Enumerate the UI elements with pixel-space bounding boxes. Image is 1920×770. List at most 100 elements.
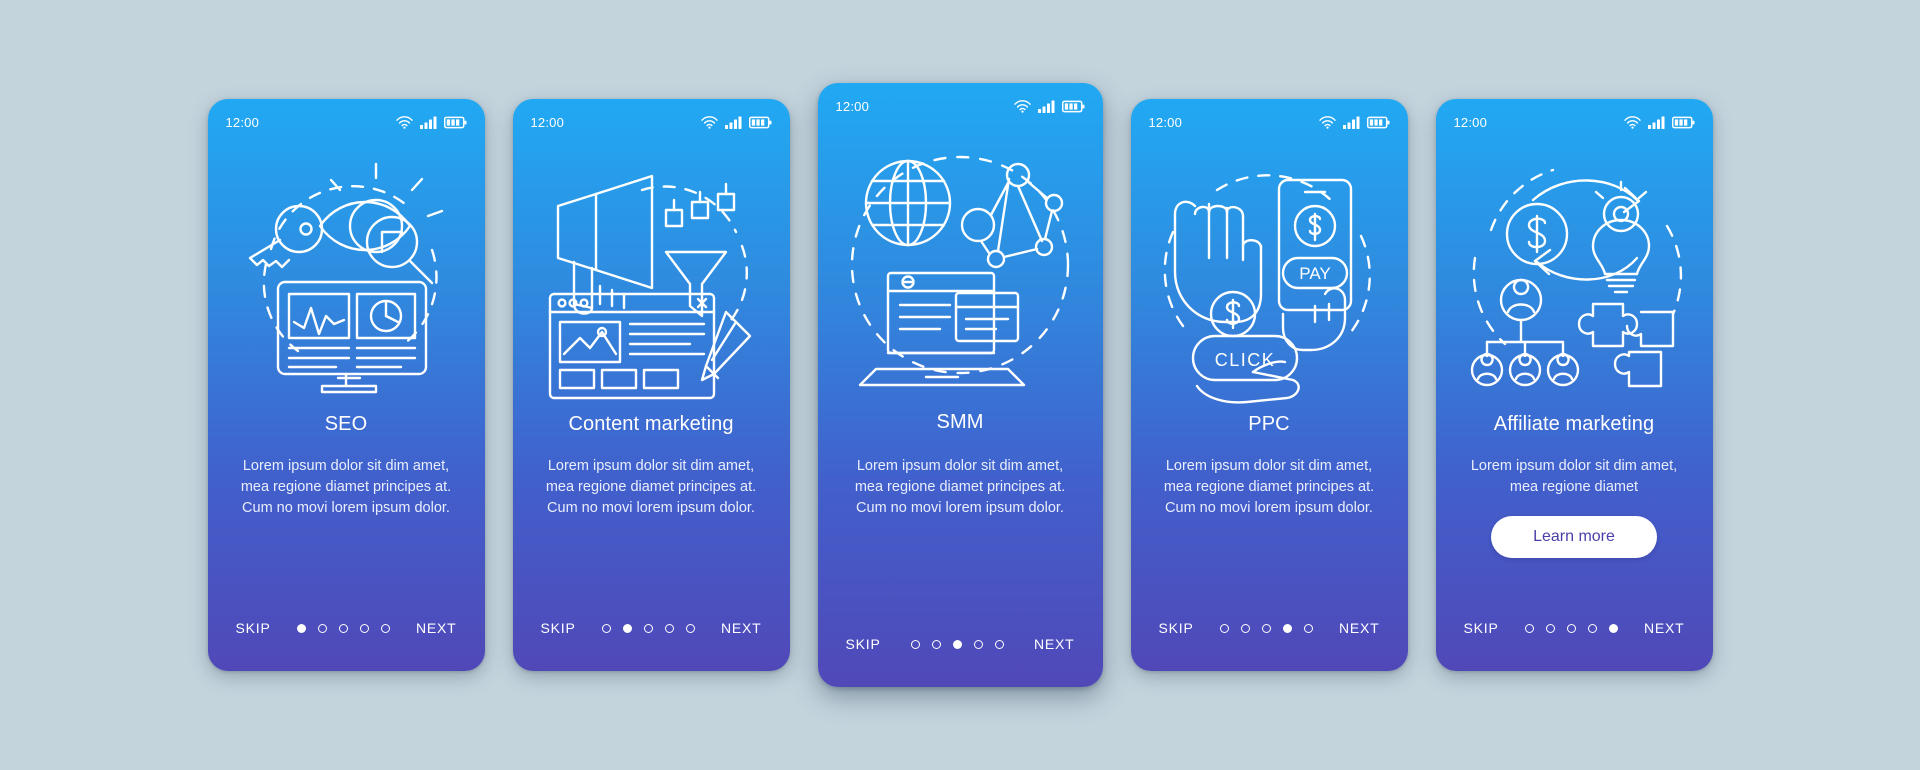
wifi-icon bbox=[1318, 115, 1336, 129]
status-bar-icons bbox=[395, 115, 467, 129]
wifi-icon bbox=[395, 115, 413, 129]
screen-body: Affiliate marketing Lorem ipsum dolor si… bbox=[1436, 413, 1713, 585]
pagination-dot[interactable] bbox=[1545, 623, 1555, 633]
screen-description: Lorem ipsum dolor sit dim amet, mea regi… bbox=[1163, 458, 1375, 516]
battery-icon bbox=[1671, 116, 1694, 128]
screen-title: Affiliate marketing bbox=[1493, 413, 1655, 435]
screen-footer-nav: SKIP NEXT bbox=[818, 601, 1103, 687]
screen-description: Lorem ipsum dolor sit dim amet, mea regi… bbox=[545, 458, 757, 516]
pagination-dot[interactable] bbox=[317, 623, 327, 633]
pagination-dot[interactable] bbox=[910, 639, 920, 649]
status-bar-clock: 12:00 bbox=[225, 114, 260, 130]
next-button[interactable]: NEXT bbox=[416, 620, 457, 636]
status-bar: 12:00 bbox=[513, 99, 790, 145]
pagination-dot[interactable] bbox=[601, 623, 611, 633]
onboarding-screen-affiliate-marketing: 12:00 Affiliate marketing Lorem ipsum do… bbox=[1435, 99, 1713, 671]
ppc-illustration: PAY CLICK bbox=[1131, 145, 1408, 413]
battery-icon bbox=[1366, 116, 1389, 128]
status-bar-clock: 12:00 bbox=[1148, 114, 1183, 130]
status-bar-clock: 12:00 bbox=[1453, 114, 1488, 130]
battery-icon bbox=[1061, 100, 1084, 112]
pagination-dots bbox=[296, 623, 390, 633]
skip-button[interactable]: SKIP bbox=[541, 620, 576, 636]
pagination-dot[interactable] bbox=[1524, 623, 1534, 633]
screen-body: PPC Lorem ipsum dolor sit dim amet, mea … bbox=[1131, 413, 1408, 585]
status-bar: 12:00 bbox=[208, 99, 485, 145]
pagination-dot[interactable] bbox=[994, 639, 1004, 649]
screen-title: SMM bbox=[936, 411, 984, 433]
pagination-dot[interactable] bbox=[664, 623, 674, 633]
signal-icon bbox=[1037, 100, 1054, 113]
screen-title: Content marketing bbox=[568, 413, 734, 435]
next-button[interactable]: NEXT bbox=[721, 620, 762, 636]
signal-icon bbox=[724, 116, 741, 129]
pagination-dot[interactable] bbox=[296, 623, 306, 633]
pagination-dot[interactable] bbox=[1608, 623, 1618, 633]
screen-description: Lorem ipsum dolor sit dim amet, mea regi… bbox=[240, 458, 452, 516]
svg-text:CLICK: CLICK bbox=[1215, 350, 1276, 370]
pagination-dot[interactable] bbox=[1240, 623, 1250, 633]
pagination-dot[interactable] bbox=[1566, 623, 1576, 633]
onboarding-screens-container: 12:00 SEO Lorem ipsum dolor sit dim amet… bbox=[0, 0, 1920, 770]
status-bar-icons bbox=[1623, 115, 1695, 129]
pagination-dot[interactable] bbox=[931, 639, 941, 649]
pagination-dots bbox=[1219, 623, 1313, 633]
status-bar: 12:00 bbox=[1436, 99, 1713, 145]
svg-text:PAY: PAY bbox=[1299, 264, 1331, 283]
onboarding-screen-seo: 12:00 SEO Lorem ipsum dolor sit dim amet… bbox=[207, 99, 485, 671]
pagination-dot[interactable] bbox=[1219, 623, 1229, 633]
next-button[interactable]: NEXT bbox=[1644, 620, 1685, 636]
pagination-dot[interactable] bbox=[622, 623, 632, 633]
wifi-icon bbox=[700, 115, 718, 129]
screen-body: SEO Lorem ipsum dolor sit dim amet, mea … bbox=[208, 413, 485, 585]
skip-button[interactable]: SKIP bbox=[1464, 620, 1499, 636]
onboarding-screen-ppc: 12:00 PAY CLICK PPC Lorem ipsum dolor si… bbox=[1130, 99, 1408, 671]
signal-icon bbox=[1342, 116, 1359, 129]
skip-button[interactable]: SKIP bbox=[236, 620, 271, 636]
learn-more-button[interactable]: Learn more bbox=[1491, 516, 1657, 558]
status-bar-clock: 12:00 bbox=[530, 114, 565, 130]
status-bar: 12:00 bbox=[818, 83, 1103, 129]
status-bar-icons bbox=[700, 115, 772, 129]
screen-title: SEO bbox=[324, 413, 368, 435]
content-marketing-illustration bbox=[513, 145, 790, 413]
skip-button[interactable]: SKIP bbox=[846, 636, 881, 652]
pagination-dot[interactable] bbox=[685, 623, 695, 633]
pagination-dot[interactable] bbox=[359, 623, 369, 633]
signal-icon bbox=[1647, 116, 1664, 129]
screen-title: PPC bbox=[1248, 413, 1290, 435]
status-bar-icons bbox=[1318, 115, 1390, 129]
screen-footer-nav: SKIP NEXT bbox=[208, 585, 485, 671]
pagination-dot[interactable] bbox=[643, 623, 653, 633]
pagination-dot[interactable] bbox=[1303, 623, 1313, 633]
next-button[interactable]: NEXT bbox=[1034, 636, 1075, 652]
pagination-dots bbox=[1524, 623, 1618, 633]
pagination-dots bbox=[910, 639, 1004, 649]
wifi-icon bbox=[1623, 115, 1641, 129]
pagination-dot[interactable] bbox=[952, 639, 962, 649]
screen-footer-nav: SKIP NEXT bbox=[513, 585, 790, 671]
screen-footer-nav: SKIP NEXT bbox=[1436, 585, 1713, 671]
next-button[interactable]: NEXT bbox=[1339, 620, 1380, 636]
screen-body: SMM Lorem ipsum dolor sit dim amet, mea … bbox=[818, 411, 1103, 601]
pagination-dot[interactable] bbox=[1282, 623, 1292, 633]
pagination-dot[interactable] bbox=[973, 639, 983, 649]
affiliate-marketing-illustration bbox=[1436, 145, 1713, 413]
status-bar-icons bbox=[1013, 99, 1085, 113]
pagination-dot[interactable] bbox=[1261, 623, 1271, 633]
seo-illustration bbox=[208, 145, 485, 413]
pagination-dot[interactable] bbox=[380, 623, 390, 633]
signal-icon bbox=[419, 116, 436, 129]
screen-body: Content marketing Lorem ipsum dolor sit … bbox=[513, 413, 790, 585]
pagination-dots bbox=[601, 623, 695, 633]
skip-button[interactable]: SKIP bbox=[1159, 620, 1194, 636]
screen-description: Lorem ipsum dolor sit dim amet, mea regi… bbox=[854, 458, 1066, 516]
pagination-dot[interactable] bbox=[1587, 623, 1597, 633]
smm-illustration bbox=[818, 129, 1103, 411]
wifi-icon bbox=[1013, 99, 1031, 113]
status-bar-clock: 12:00 bbox=[835, 98, 870, 114]
pagination-dot[interactable] bbox=[338, 623, 348, 633]
battery-icon bbox=[748, 116, 771, 128]
status-bar: 12:00 bbox=[1131, 99, 1408, 145]
screen-description: Lorem ipsum dolor sit dim amet, mea regi… bbox=[1470, 458, 1678, 495]
